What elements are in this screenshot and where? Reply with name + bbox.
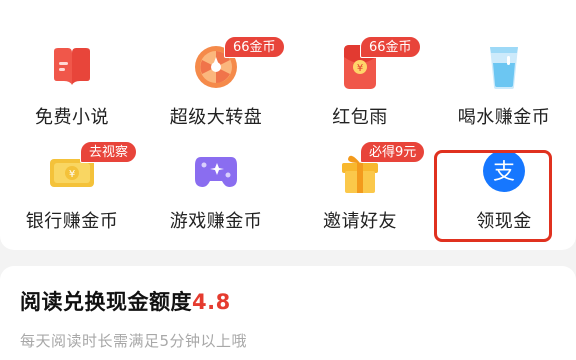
grid-item-label: 邀请好友 [323,211,397,232]
badge-go-inspect: 去视察 [80,141,138,163]
svg-text:¥: ¥ [69,169,75,180]
cash-title: 阅读兑换现金额度4.8 [20,286,231,316]
grid-item-label: 领现金 [476,211,532,232]
grid-item-label: 银行赚金币 [25,211,119,232]
badge-guaranteed-9: 必得9元 [360,141,426,163]
svg-text:支: 支 [493,160,515,185]
task-grid-card: 免费小说 66金币 超级大转盘 ¥ 66金币 红包雨 喝水赚金币 ¥ 去视察 银… [0,0,576,250]
cash-title-text: 阅读兑换现金额度 [20,290,192,314]
alipay-icon: 支 [479,148,529,194]
grid-item-bank[interactable]: ¥ 去视察 银行赚金币 [0,0,144,232]
gamepad-icon [191,148,241,194]
cash-exchange-card[interactable]: 阅读兑换现金额度4.8 每天阅读时长需满足5分钟以上哦 [0,266,576,360]
grid-item-game[interactable]: 游戏赚金币 [144,0,288,232]
grid-item-invite[interactable]: 必得9元 邀请好友 [288,0,432,232]
cash-subtitle: 每天阅读时长需满足5分钟以上哦 [20,332,248,350]
cash-amount: 4.8 [192,290,231,314]
grid-item-get-cash[interactable]: 支 领现金 [432,0,576,232]
grid-item-label: 游戏赚金币 [169,211,263,232]
